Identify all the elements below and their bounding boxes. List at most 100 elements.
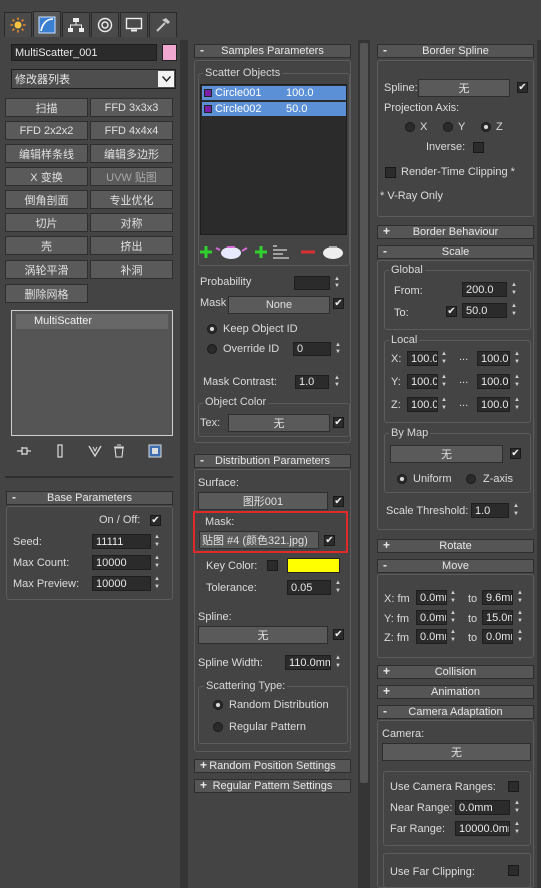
mod-button-shell[interactable]: 壳 bbox=[5, 236, 88, 255]
seed-spinner[interactable]: ▲ ▼ bbox=[153, 534, 161, 549]
max-count-spinner[interactable]: ▲ ▼ bbox=[153, 555, 161, 570]
key-color-checkbox[interactable] bbox=[267, 560, 278, 571]
object-name-field[interactable]: MultiScatter_001 bbox=[11, 44, 157, 61]
mod-button-sweep[interactable]: 扫描 bbox=[5, 98, 88, 117]
tab-motion[interactable] bbox=[91, 12, 119, 37]
rollout-distribution-parameters[interactable]: - Distribution Parameters bbox=[194, 453, 351, 468]
rollout-rotate[interactable]: + Rotate bbox=[377, 538, 534, 553]
right-scrollbar[interactable] bbox=[537, 40, 541, 888]
move-x-from-field[interactable]: 0.0mm bbox=[416, 590, 447, 605]
tab-create[interactable] bbox=[4, 12, 32, 37]
tab-utilities[interactable] bbox=[149, 12, 177, 37]
move-y-from-spinner[interactable]: ▲ ▼ bbox=[449, 610, 457, 625]
surface-checkbox[interactable]: ✔ bbox=[333, 496, 344, 507]
local-z-min-field[interactable]: 100.0 bbox=[407, 397, 438, 412]
move-y-to-field[interactable]: 15.0mm bbox=[482, 610, 513, 625]
configure-sets-button[interactable] bbox=[146, 443, 164, 459]
mod-button-bevel-profile[interactable]: 倒角剖面 bbox=[5, 190, 88, 209]
rollout-regular-pattern-settings[interactable]: + Regular Pattern Settings bbox=[194, 778, 351, 793]
key-color-swatch[interactable] bbox=[287, 558, 340, 573]
mod-button-extrude[interactable]: 挤出 bbox=[90, 236, 173, 255]
local-y-min-spinner[interactable]: ▲ ▼ bbox=[440, 374, 448, 389]
rollout-collision[interactable]: + Collision bbox=[377, 664, 534, 679]
override-id-spinner[interactable]: ▲ ▼ bbox=[334, 342, 342, 356]
local-z-min-spinner[interactable]: ▲ ▼ bbox=[440, 397, 448, 412]
keep-object-id-radio[interactable] bbox=[207, 324, 217, 334]
local-x-max-field[interactable]: 100.0 bbox=[477, 351, 510, 366]
modifier-list-dropdown[interactable]: 修改器列表 bbox=[11, 69, 176, 89]
move-z-from-spinner[interactable]: ▲ ▼ bbox=[449, 629, 457, 644]
rollout-random-position-settings[interactable]: + Random Position Settings bbox=[194, 758, 351, 773]
rollout-animation[interactable]: + Animation bbox=[377, 684, 534, 699]
mask-checkbox[interactable]: ✔ bbox=[333, 298, 344, 309]
mod-button-uvw-map[interactable]: UVW 贴图 bbox=[90, 167, 173, 186]
tex-checkbox[interactable]: ✔ bbox=[333, 417, 344, 428]
inverse-checkbox[interactable] bbox=[473, 142, 484, 153]
scale-threshold-field[interactable]: 1.0 bbox=[471, 503, 509, 518]
remove-modifier-button[interactable] bbox=[110, 443, 128, 459]
scale-map-button[interactable]: 无 bbox=[390, 445, 503, 463]
spline-width-field[interactable]: 110.0mm bbox=[285, 655, 331, 670]
mod-button-delete-mesh[interactable]: 删除网格 bbox=[5, 284, 88, 303]
axis-x-radio[interactable] bbox=[405, 122, 415, 132]
move-x-to-spinner[interactable]: ▲ ▼ bbox=[516, 590, 524, 605]
move-y-to-spinner[interactable]: ▲ ▼ bbox=[516, 610, 524, 625]
rollout-border-behaviour[interactable]: + Border Behaviour bbox=[377, 224, 534, 239]
regular-pattern-radio[interactable] bbox=[213, 722, 223, 732]
override-id-radio[interactable] bbox=[207, 344, 217, 354]
scale-map-checkbox[interactable]: ✔ bbox=[510, 448, 521, 459]
tolerance-spinner[interactable]: ▲ ▼ bbox=[334, 580, 342, 595]
local-x-min-spinner[interactable]: ▲ ▼ bbox=[440, 351, 448, 366]
move-z-from-field[interactable]: 0.0mm bbox=[416, 629, 447, 644]
local-y-min-field[interactable]: 100.0 bbox=[407, 374, 438, 389]
max-preview-field[interactable]: 10000 bbox=[92, 576, 151, 591]
onoff-checkbox[interactable]: ✔ bbox=[150, 515, 161, 526]
list-item[interactable]: Circle001 100.0 bbox=[202, 86, 346, 100]
modifier-stack[interactable]: MultiScatter bbox=[11, 310, 173, 436]
move-x-to-field[interactable]: 9.6mm bbox=[482, 590, 513, 605]
list-item[interactable]: Circle002 50.0 bbox=[202, 102, 346, 116]
spline-pick-button[interactable]: 无 bbox=[198, 626, 328, 644]
spline-width-spinner[interactable]: ▲ ▼ bbox=[334, 655, 342, 670]
scale-from-field[interactable]: 200.0 bbox=[462, 282, 507, 297]
scale-from-spinner[interactable]: ▲ ▼ bbox=[510, 282, 518, 297]
border-spline-checkbox[interactable]: ✔ bbox=[517, 82, 528, 93]
remove-object-button[interactable] bbox=[301, 242, 349, 262]
tex-map-button[interactable]: 无 bbox=[228, 414, 330, 432]
rollout-border-spline[interactable]: - Border Spline bbox=[377, 43, 534, 58]
local-x-max-spinner[interactable]: ▲ ▼ bbox=[513, 351, 521, 366]
add-list-button[interactable] bbox=[255, 242, 295, 262]
tolerance-field[interactable]: 0.05 bbox=[287, 580, 331, 595]
mod-button-symmetry[interactable]: 对称 bbox=[90, 213, 173, 232]
use-camera-ranges-checkbox[interactable] bbox=[508, 781, 519, 792]
scale-to-field[interactable]: 50.0 bbox=[462, 303, 507, 318]
rollout-move[interactable]: - Move bbox=[377, 558, 534, 573]
object-color-swatch[interactable] bbox=[162, 44, 177, 61]
distribution-mask-checkbox[interactable]: ✔ bbox=[324, 535, 335, 546]
near-range-spinner[interactable]: ▲ ▼ bbox=[513, 800, 521, 815]
local-y-max-spinner[interactable]: ▲ ▼ bbox=[513, 374, 521, 389]
distribution-mask-button[interactable]: 贴图 #4 (颜色321.jpg) bbox=[199, 531, 319, 549]
mod-button-ffd444[interactable]: FFD 4x4x4 bbox=[90, 121, 173, 140]
left-scrollbar-track[interactable] bbox=[180, 40, 188, 888]
seed-field[interactable]: 11111 bbox=[92, 534, 151, 549]
max-preview-spinner[interactable]: ▲ ▼ bbox=[153, 576, 161, 591]
mod-button-xform[interactable]: X 变换 bbox=[5, 167, 88, 186]
spline-checkbox[interactable]: ✔ bbox=[333, 629, 344, 640]
scale-threshold-spinner[interactable]: ▲ ▼ bbox=[512, 503, 520, 518]
tab-hierarchy[interactable] bbox=[62, 12, 90, 37]
local-y-max-field[interactable]: 100.0 bbox=[477, 374, 510, 389]
max-count-field[interactable]: 10000 bbox=[92, 555, 151, 570]
make-unique-button[interactable] bbox=[86, 443, 104, 459]
border-spline-pick-button[interactable]: 无 bbox=[418, 79, 510, 97]
surface-pick-button[interactable]: 图形001 bbox=[198, 492, 328, 510]
z-axis-radio[interactable] bbox=[466, 474, 476, 484]
probability-field[interactable] bbox=[294, 276, 330, 290]
mod-button-ffd222[interactable]: FFD 2x2x2 bbox=[5, 121, 88, 140]
axis-y-radio[interactable] bbox=[443, 122, 453, 132]
dropdown-arrow[interactable] bbox=[158, 71, 174, 87]
tab-display[interactable] bbox=[120, 12, 148, 37]
far-range-spinner[interactable]: ▲ ▼ bbox=[513, 821, 521, 836]
local-z-max-field[interactable]: 100.0 bbox=[477, 397, 510, 412]
use-far-clipping-checkbox[interactable] bbox=[508, 865, 519, 876]
